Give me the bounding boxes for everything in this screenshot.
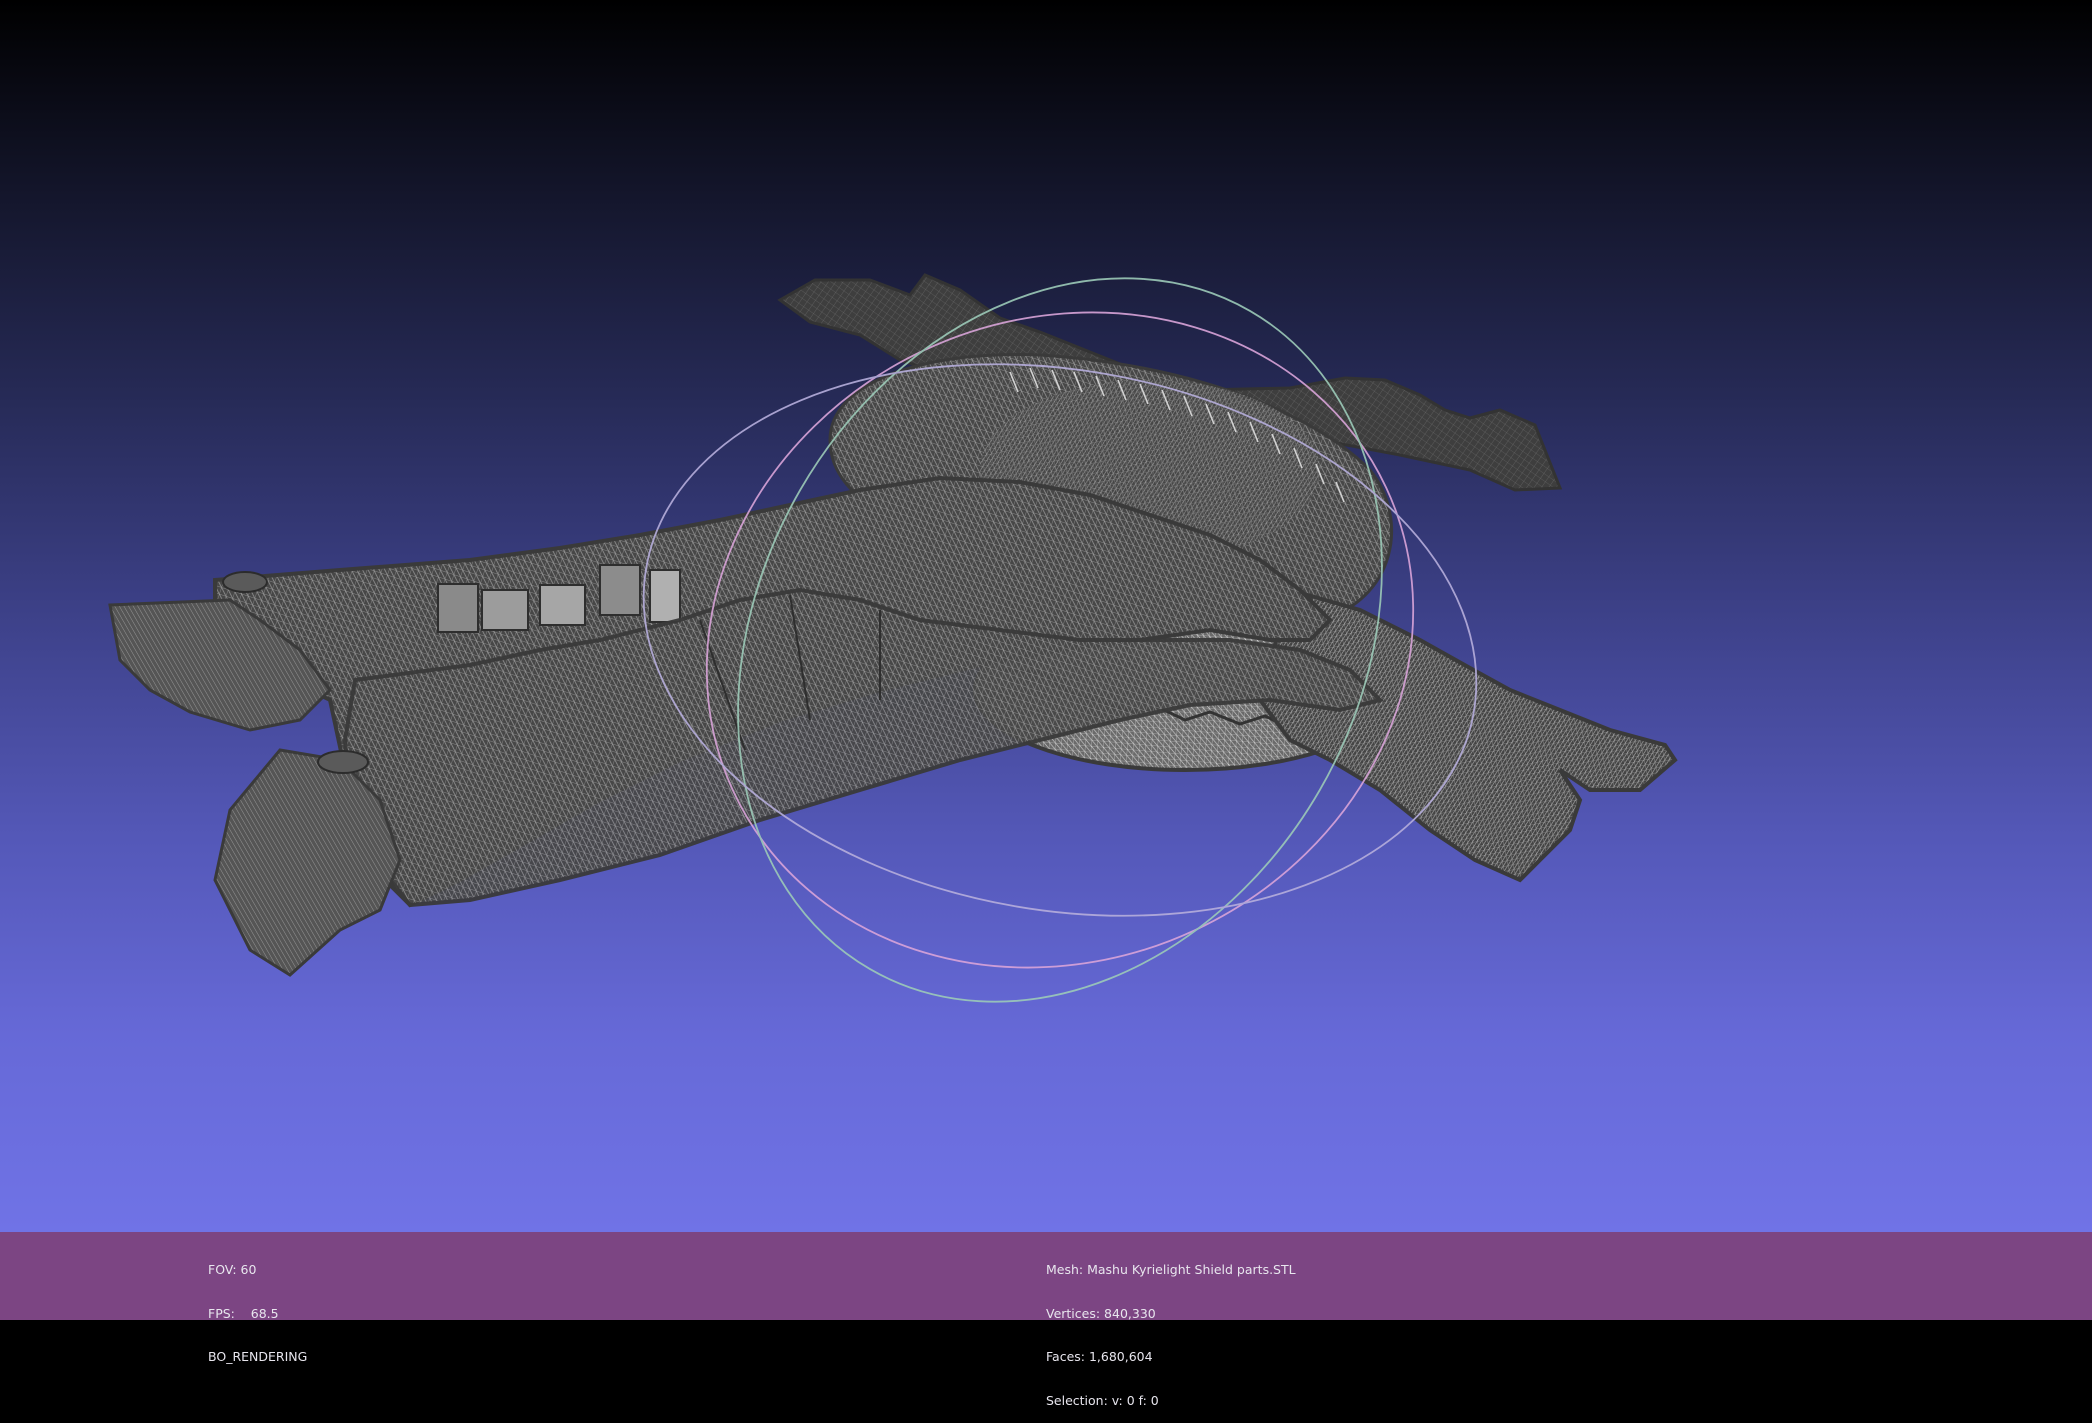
3d-viewport[interactable] <box>0 0 2092 1232</box>
mesh-render[interactable] <box>0 0 2092 1232</box>
faces-label: Faces: 1,680,604 <box>1046 1349 1153 1364</box>
vertices-label: Vertices: 840,330 <box>1046 1305 1156 1321</box>
mesh-post-lower <box>317 750 369 774</box>
mesh-name-label: Mesh: Mashu Kyrielight Shield parts.STL <box>1046 1262 1296 1277</box>
render-info: FOV: 60 FPS: 68.5 BO_RENDERING <box>208 1234 307 1379</box>
mesh-info: Mesh: Mashu Kyrielight Shield parts.STL … <box>1046 1234 1296 1423</box>
render-mode-label: BO_RENDERING <box>208 1349 308 1364</box>
fov-label: FOV: 60 <box>208 1262 257 1277</box>
mesh-post-upper <box>222 571 268 593</box>
selection-label: Selection: v: 0 f: 0 <box>1046 1392 1159 1408</box>
fps-label: FPS: 68.5 <box>208 1305 279 1321</box>
